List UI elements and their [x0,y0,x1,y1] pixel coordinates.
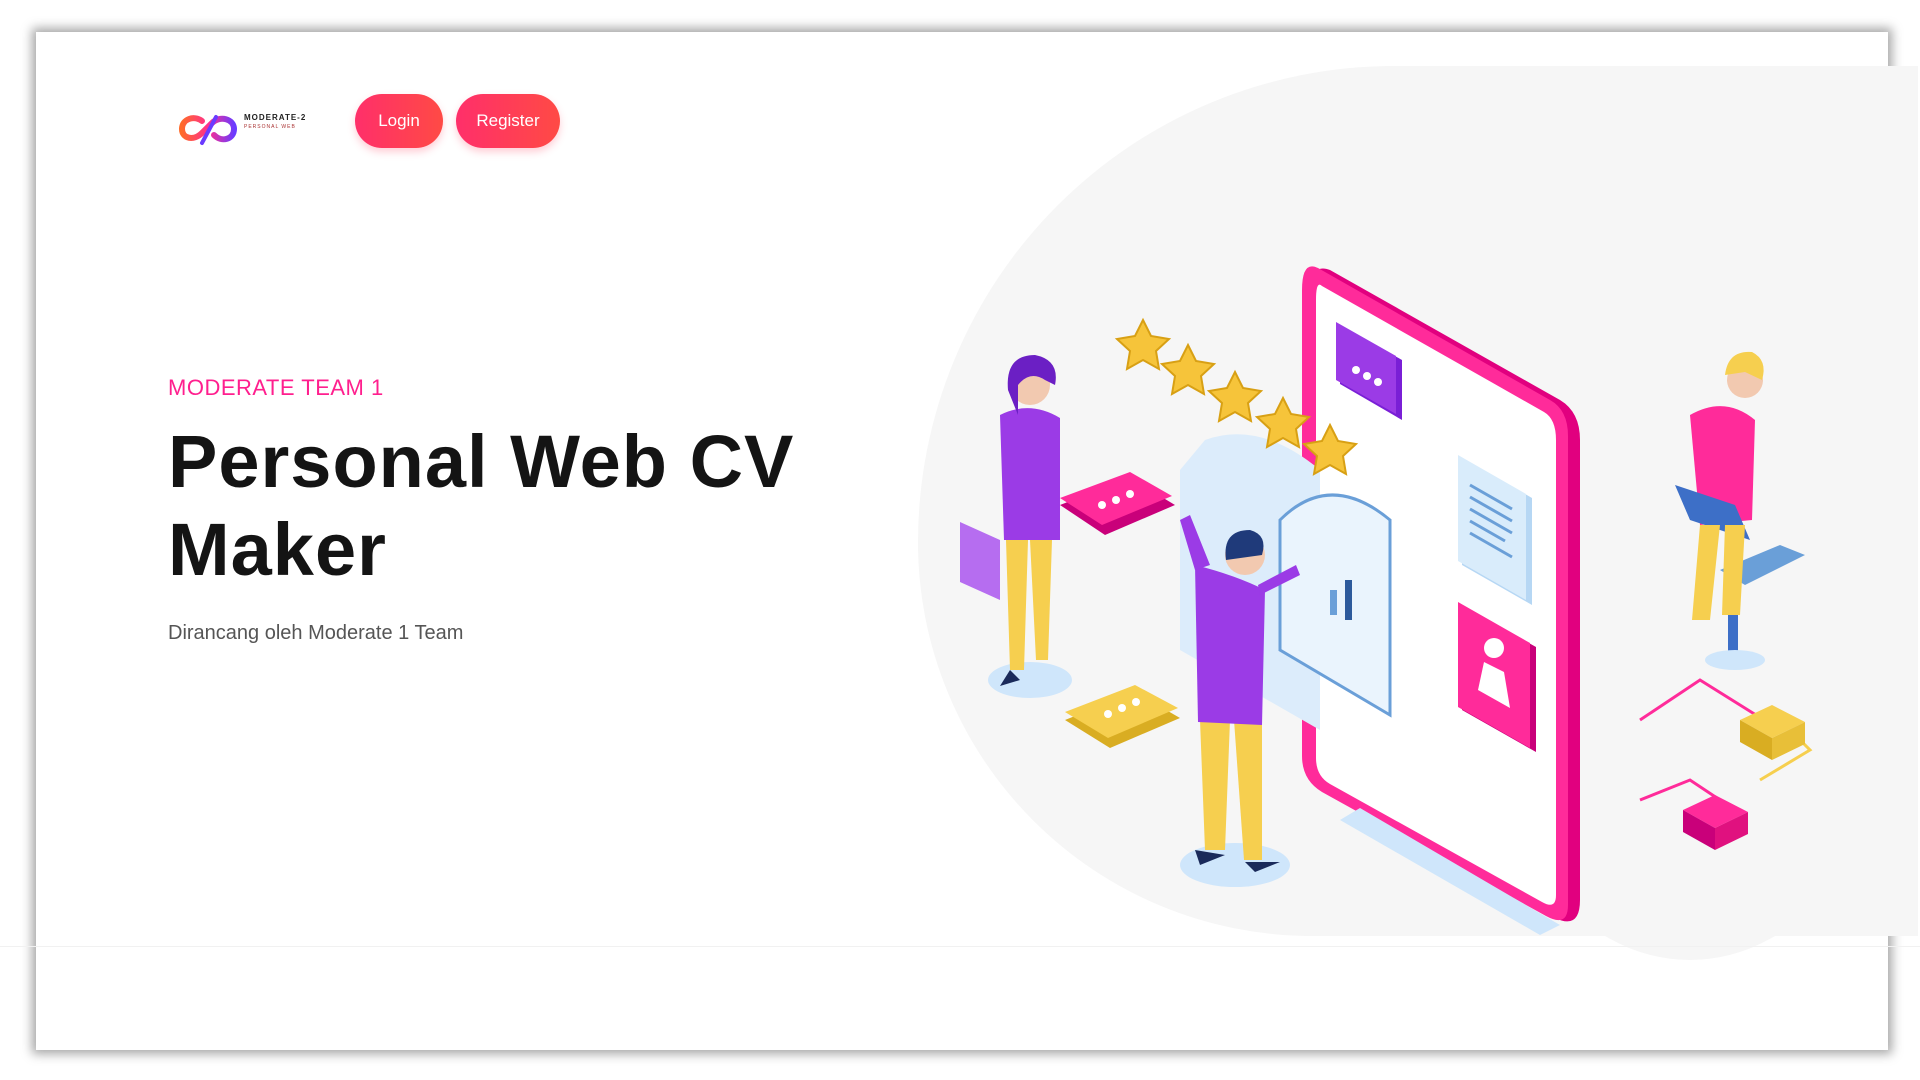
man-with-laptop-illustration [1675,351,1805,670]
woman-illustration [960,355,1072,698]
hero-illustration [960,266,1813,935]
chat-bubble-icon [1065,685,1180,748]
network-boxes-illustration [1639,678,1813,850]
chat-bubble-icon [1060,472,1175,535]
